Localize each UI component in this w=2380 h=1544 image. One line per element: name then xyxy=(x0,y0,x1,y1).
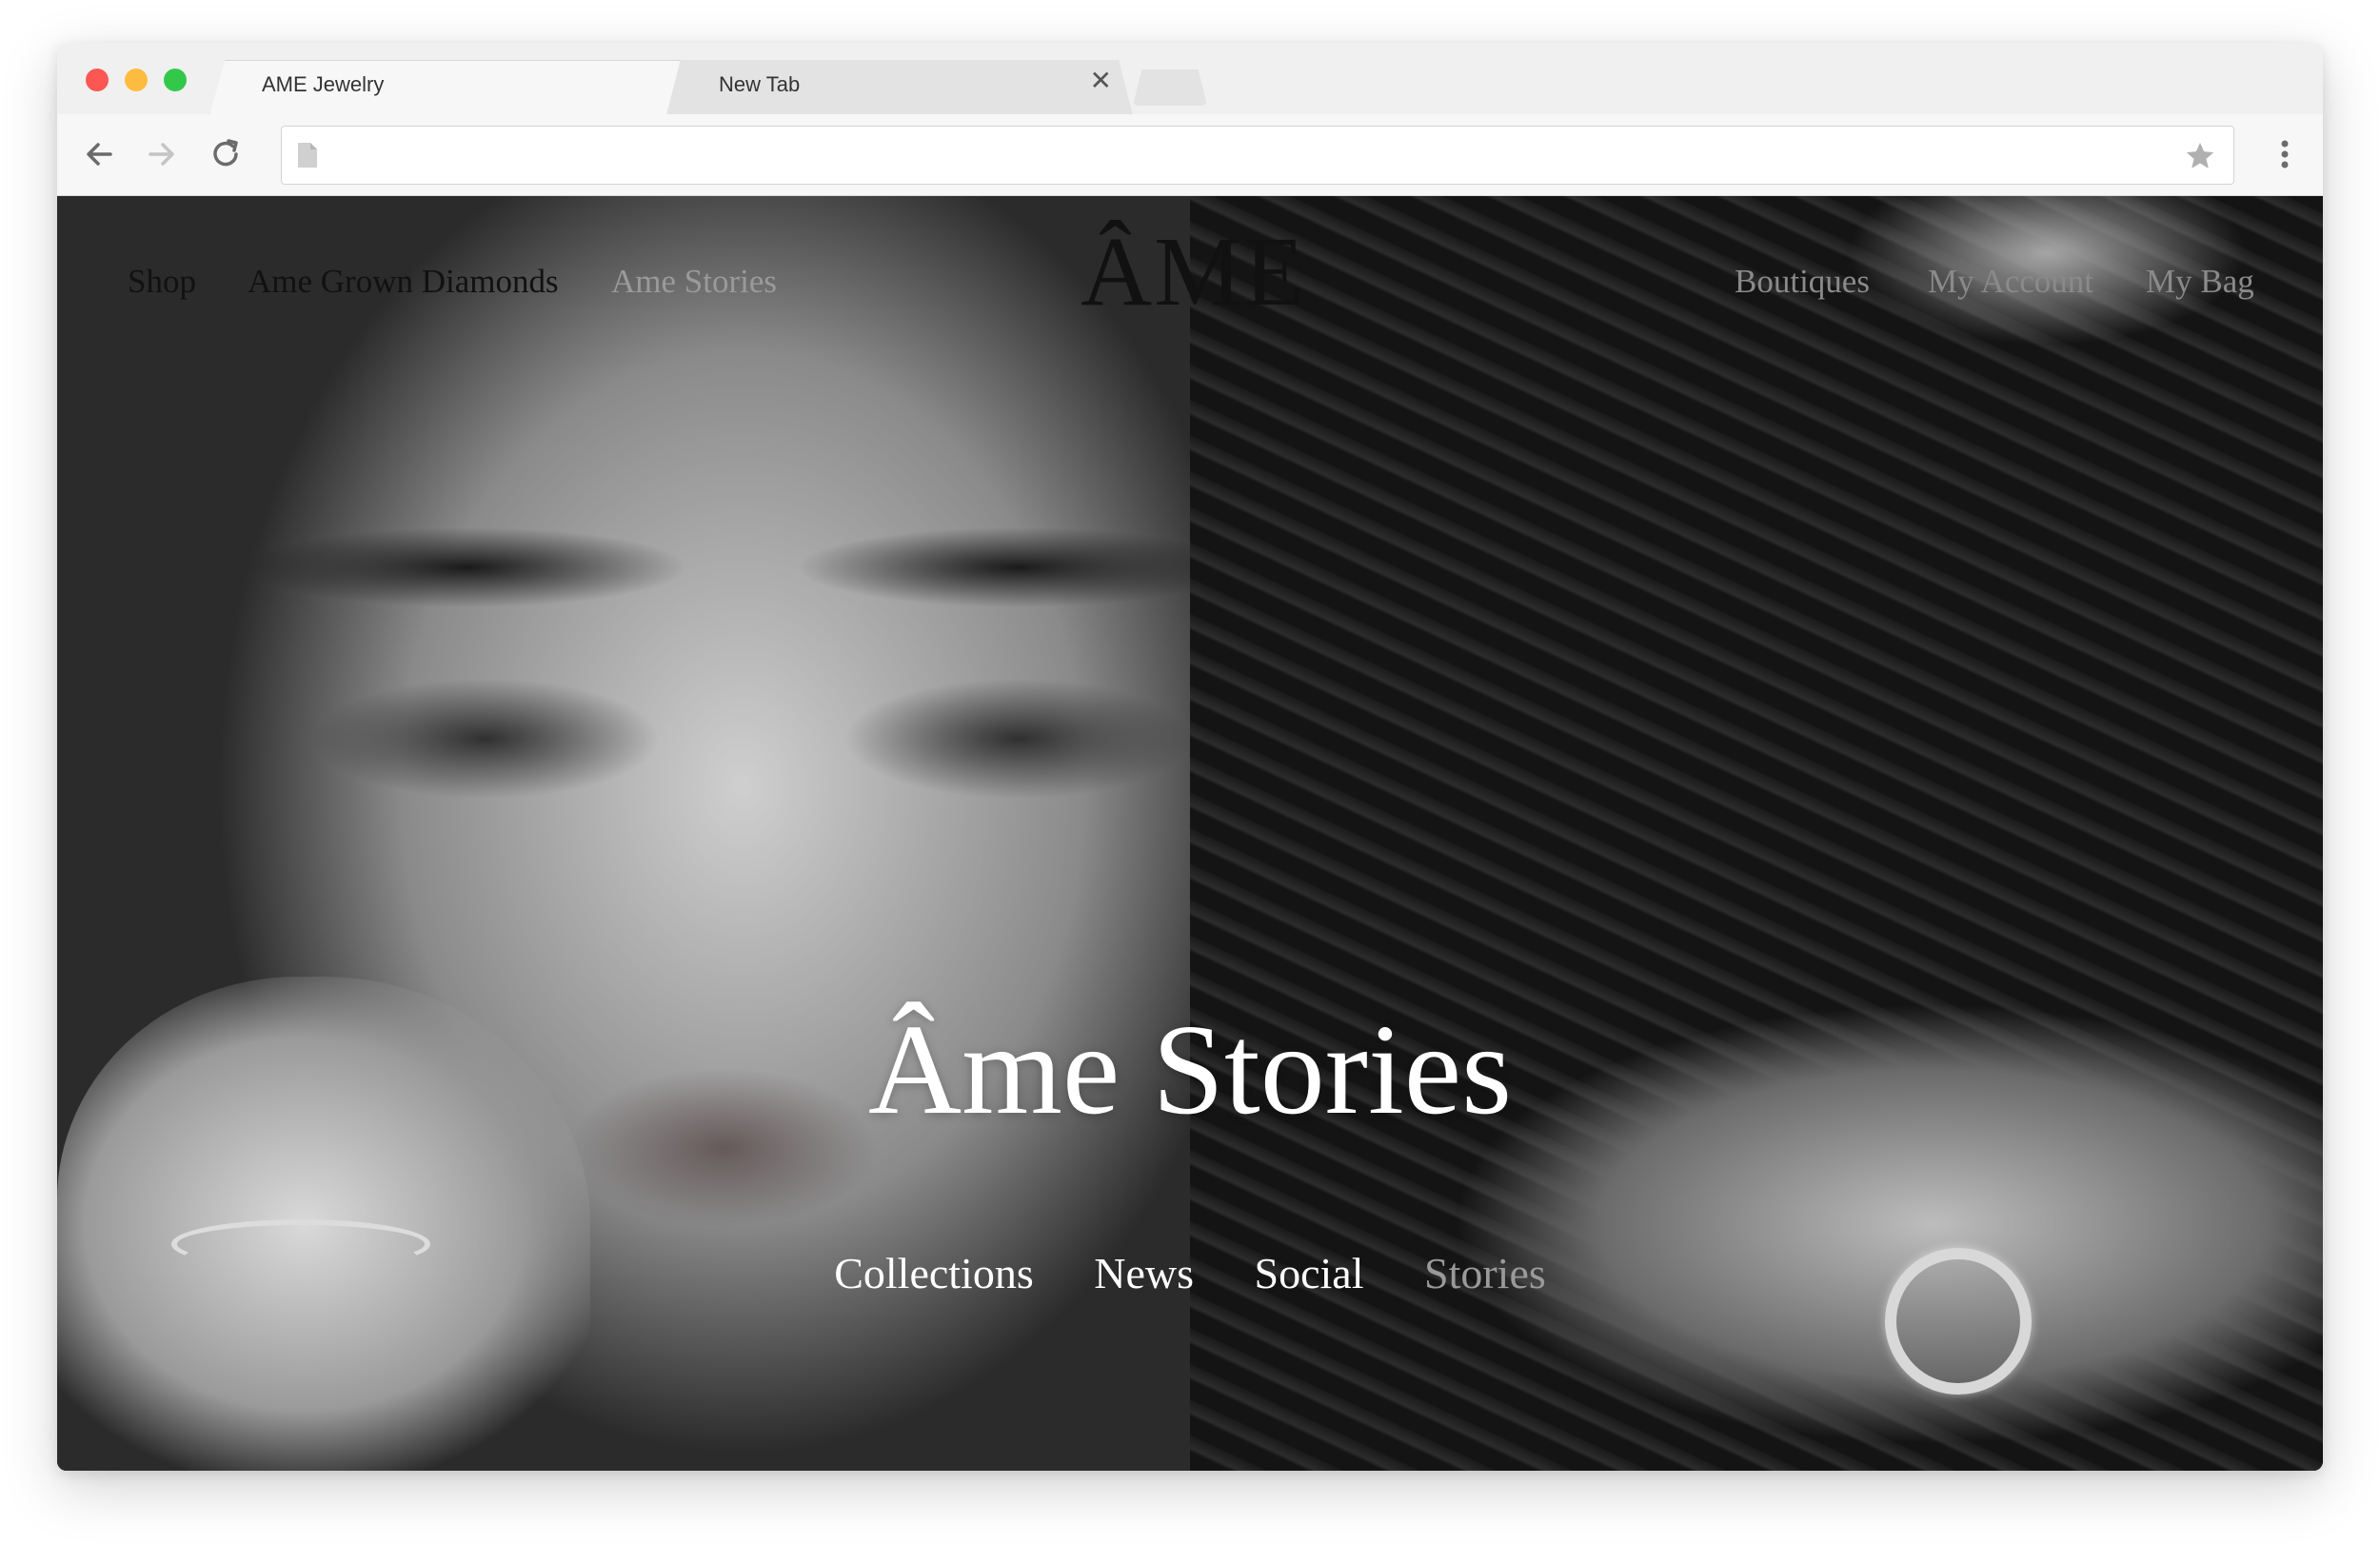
tab-title: New Tab xyxy=(719,72,801,96)
subnav-news[interactable]: News xyxy=(1094,1248,1194,1298)
nav-boutiques[interactable]: Boutiques xyxy=(1735,263,1870,301)
browser-toolbar xyxy=(57,114,2323,196)
browser-window: AME Jewelry ✕ New Tab ✕ xyxy=(57,43,2323,1471)
back-arrow-icon[interactable] xyxy=(78,133,120,175)
web-page: Shop Ame Grown Diamonds Ame Stories ÂME … xyxy=(57,196,2323,1471)
more-vert-icon[interactable] xyxy=(2266,135,2304,173)
hero-title: Âme Stories xyxy=(867,999,1513,1141)
stories-sub-nav: Collections News Social Stories xyxy=(57,1248,2323,1298)
nav-my-bag[interactable]: My Bag xyxy=(2146,263,2254,301)
subnav-social[interactable]: Social xyxy=(1255,1248,1364,1298)
maximize-window-button[interactable] xyxy=(164,69,187,91)
forward-arrow-icon[interactable] xyxy=(141,133,183,175)
subnav-collections[interactable]: Collections xyxy=(834,1248,1034,1298)
subnav-stories[interactable]: Stories xyxy=(1424,1248,1546,1298)
close-icon[interactable]: ✕ xyxy=(1090,68,1112,94)
nav-shop[interactable]: Shop xyxy=(128,263,196,301)
site-logo[interactable]: ÂME xyxy=(1081,215,1306,328)
minimize-window-button[interactable] xyxy=(125,69,148,91)
address-bar[interactable] xyxy=(281,126,2234,185)
reload-icon[interactable] xyxy=(205,133,247,175)
tab-title: AME Jewelry xyxy=(262,72,385,96)
tab-new-tab[interactable]: New Tab ✕ xyxy=(666,60,1133,115)
nav-my-account[interactable]: My Account xyxy=(1928,263,2093,301)
tab-ame-jewelry[interactable]: AME Jewelry ✕ xyxy=(209,60,733,115)
nav-ame-grown-diamonds[interactable]: Ame Grown Diamonds xyxy=(248,263,559,301)
new-tab-button[interactable] xyxy=(1133,69,1207,106)
tab-strip: AME Jewelry ✕ New Tab ✕ xyxy=(57,43,2323,115)
close-window-button[interactable] xyxy=(86,69,109,91)
nav-ame-stories[interactable]: Ame Stories xyxy=(611,263,777,301)
star-icon[interactable] xyxy=(2184,140,2216,172)
page-icon xyxy=(298,143,317,168)
url-input[interactable] xyxy=(335,136,2148,176)
